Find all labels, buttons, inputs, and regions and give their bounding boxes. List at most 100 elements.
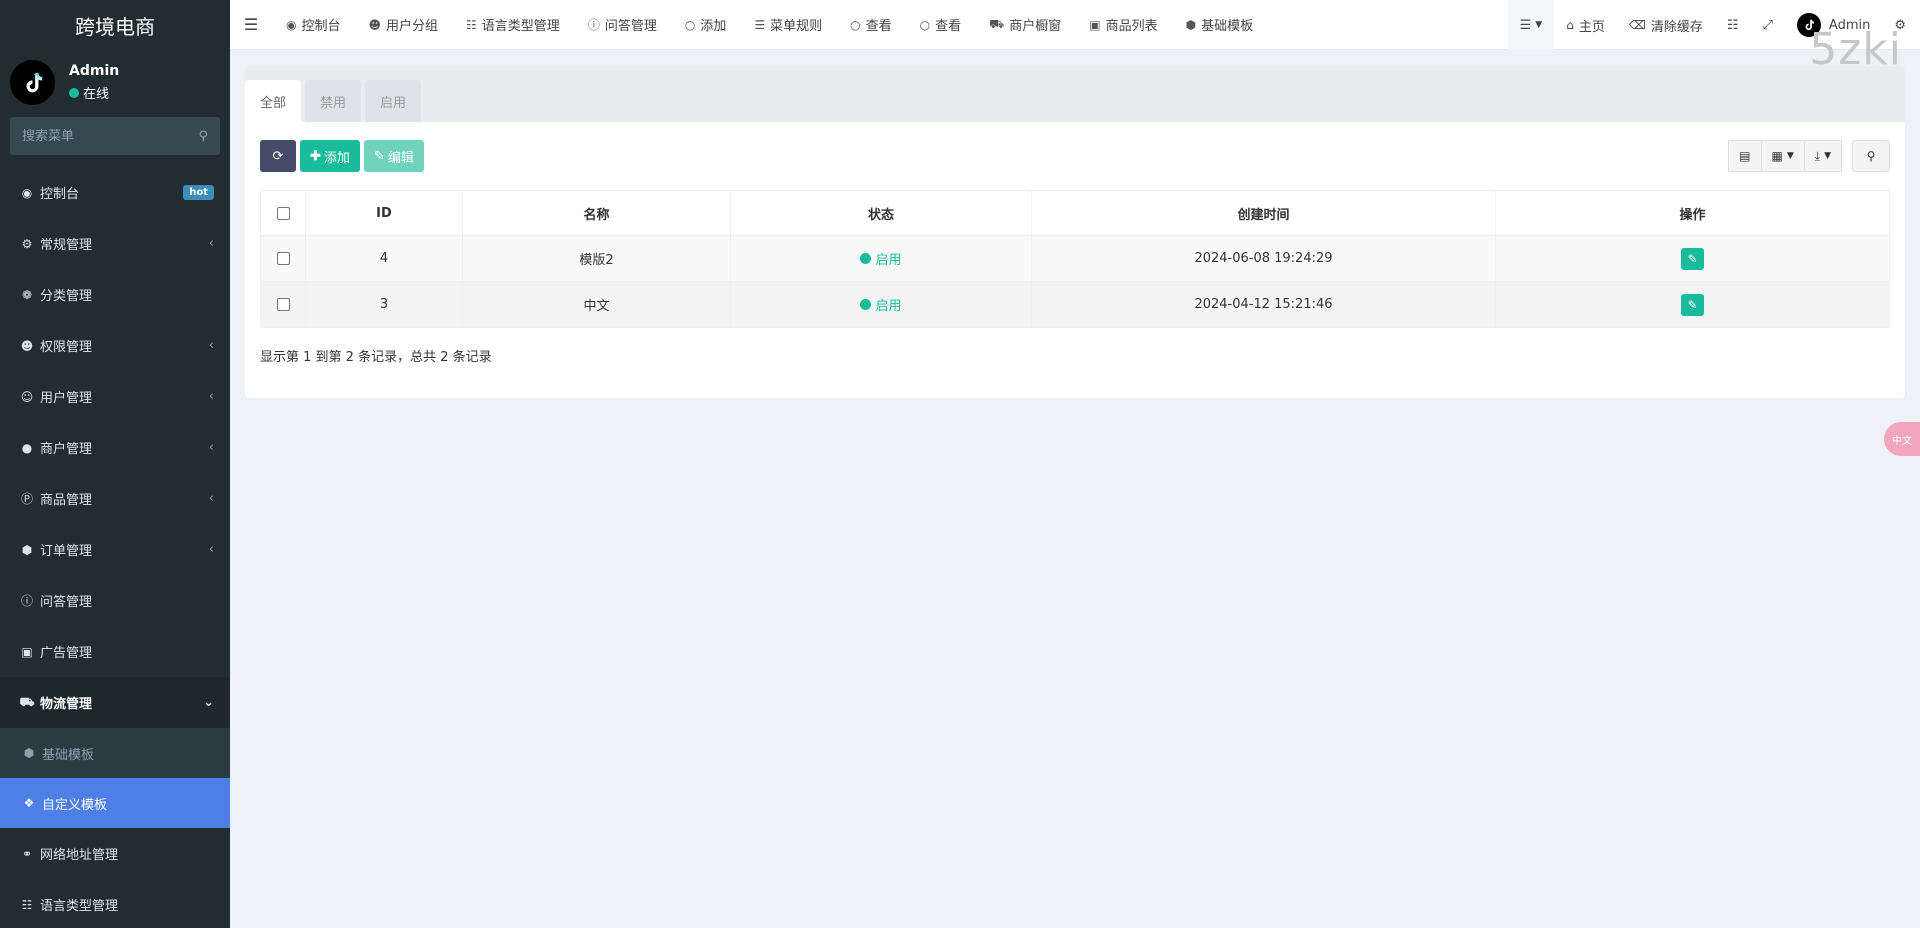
sidebar-item-qa[interactable]: ⓘ 问答管理 — [0, 575, 230, 626]
table-row[interactable]: 4 模版2 启用 2024-06-08 19:24:29 ✎ — [260, 235, 1890, 282]
sidebar-item-ads[interactable]: ▣ 广告管理 — [0, 626, 230, 677]
cell-name: 中文 — [462, 281, 731, 328]
user-status: 在线 — [69, 83, 119, 102]
question-circle-icon: ⓘ — [20, 594, 33, 608]
tab-view-2[interactable]: ○ 查看 — [906, 0, 976, 50]
row-checkbox[interactable] — [276, 252, 290, 265]
status-badge[interactable]: 启用 — [860, 249, 902, 268]
cell-status: 启用 — [730, 281, 1032, 328]
home-link[interactable]: ⌂ 主页 — [1554, 0, 1617, 50]
tab-merchant-window[interactable]: ⛟ 商户橱窗 — [975, 0, 1075, 50]
tab-add[interactable]: ○ 添加 — [671, 0, 741, 50]
row-select-cell — [260, 235, 306, 282]
app-logo[interactable]: 跨境电商 — [0, 0, 230, 50]
sidebar-subitem-custom-template[interactable]: ❖ 自定义模板 — [0, 778, 230, 828]
tab-language[interactable]: ☷ 语言类型管理 — [452, 0, 574, 50]
status-badge[interactable]: 启用 — [860, 295, 902, 314]
cart-icon: ⛟ — [989, 16, 1005, 31]
online-dot-icon — [69, 87, 79, 98]
tab-view-1[interactable]: ○ 查看 — [836, 0, 906, 50]
col-status[interactable]: 状态 — [730, 190, 1032, 236]
sidebar-item-category[interactable]: ❁ 分类管理 — [0, 269, 230, 320]
filter-tab-enabled[interactable]: 启用 — [365, 80, 422, 122]
col-name[interactable]: 名称 — [462, 190, 731, 236]
sidebar-item-language[interactable]: ☷ 语言类型管理 — [0, 879, 230, 928]
filter-tab-all[interactable]: 全部 — [245, 80, 302, 122]
bars-icon: ☰ — [754, 17, 766, 32]
columns-dropdown[interactable]: ▦ ▼ — [1761, 140, 1805, 172]
row-checkbox[interactable] — [276, 298, 290, 311]
chevron-left-icon: ‹ — [208, 236, 214, 251]
menu-search: ⚲ — [10, 117, 220, 155]
data-table: ID 名称 状态 创建时间 操作 4 模版2 启用 2024-06-08 19:… — [260, 190, 1890, 328]
col-id[interactable]: ID — [305, 190, 463, 236]
content-panel: 全部 禁用 启用 ⟳ ✚ 添加 ✎ 编辑 ▤ ▦ ▼ ⤓ ▼ ⚲ ID 名称 状态 创建… — [245, 66, 1905, 398]
chevron-left-icon: ‹ — [208, 338, 214, 353]
sidebar-item-dashboard[interactable]: ◉ 控制台 hot — [0, 167, 230, 218]
clear-cache-button[interactable]: ⌫ 清除缓存 — [1617, 0, 1715, 50]
cube-icon: ⬢ — [1185, 17, 1197, 32]
link-icon: ⚭ — [21, 846, 33, 861]
sidebar-item-logistics[interactable]: ⛟ 物流管理 ⌄ — [0, 677, 230, 728]
sidebar-subitem-basic-template[interactable]: ⬢ 基础模板 — [0, 728, 230, 778]
home-icon: ⌂ — [1566, 18, 1574, 32]
user-panel: Admin 在线 — [0, 50, 230, 117]
refresh-button[interactable]: ⟳ — [260, 140, 296, 172]
question-circle-icon: ⓘ — [587, 18, 600, 32]
tab-basic-template[interactable]: ⬢ 基础模板 — [1172, 0, 1268, 50]
tab-menu-rules[interactable]: ☰ 菜单规则 — [740, 0, 836, 50]
sidebar-item-product[interactable]: Ⓟ 商品管理 ‹ — [0, 473, 230, 524]
group-icon: ☻ — [368, 17, 382, 32]
cell-status: 启用 — [730, 235, 1032, 282]
col-created[interactable]: 创建时间 — [1031, 190, 1496, 236]
dashboard-icon: ◉ — [21, 185, 33, 200]
edit-button[interactable]: ✎ 编辑 — [363, 140, 424, 172]
plus-icon: ✚ — [310, 148, 321, 163]
hot-badge: hot — [183, 185, 214, 200]
cell-actions: ✎ — [1495, 281, 1890, 328]
tab-product-list[interactable]: ▣ 商品列表 — [1075, 0, 1171, 50]
sidebar-item-order[interactable]: ⬢ 订单管理 ‹ — [0, 524, 230, 575]
sidebar-item-general[interactable]: ⚙ 常规管理 ‹ — [0, 218, 230, 269]
translate-icon: ☷ — [21, 897, 33, 912]
translate-button[interactable]: ☷ — [1715, 0, 1751, 50]
search-button[interactable]: ⚲ — [1852, 140, 1890, 172]
row-edit-button[interactable]: ✎ — [1681, 293, 1704, 316]
filter-tabs: 全部 禁用 启用 — [245, 66, 1905, 122]
pagination-summary: 显示第 1 到第 2 条记录，总共 2 条记录 — [260, 350, 492, 365]
sidebar-item-users[interactable]: ☺ 用户管理 ‹ — [0, 371, 230, 422]
toolbar: ⟳ ✚ 添加 ✎ 编辑 ▤ ▦ ▼ ⤓ ▼ ⚲ — [245, 122, 1905, 190]
pencil-icon: ✎ — [373, 148, 385, 163]
cubes-icon: ❖ — [23, 796, 35, 810]
list-view-icon: ▤ — [1739, 149, 1751, 163]
export-dropdown[interactable]: ⤓ ▼ — [1804, 140, 1842, 172]
tab-qa[interactable]: ⓘ 问答管理 — [574, 0, 671, 50]
sidebar-item-auth[interactable]: ☻ 权限管理 ‹ — [0, 320, 230, 371]
group-icon: ☻ — [20, 338, 34, 353]
sidebar-item-network-address[interactable]: ⚭ 网络地址管理 — [0, 828, 230, 879]
sidebar-item-merchant[interactable]: ● 商户管理 ‹ — [0, 422, 230, 473]
filter-tab-disabled[interactable]: 禁用 — [305, 80, 362, 122]
search-icon[interactable]: ⚲ — [198, 129, 208, 144]
cell-id: 3 — [305, 281, 463, 328]
select-all-checkbox[interactable] — [276, 206, 290, 220]
fullscreen-button[interactable]: ⤢ — [1751, 0, 1785, 50]
tab-user-group[interactable]: ☻ 用户分组 — [355, 0, 453, 50]
sidebar-toggle-icon[interactable]: ☰ — [230, 15, 272, 34]
table-row[interactable]: 3 中文 启用 2024-04-12 15:21:46 ✎ — [260, 281, 1890, 328]
language-fab[interactable]: 中文 — [1884, 422, 1920, 456]
trash-icon: ⌫ — [1628, 18, 1646, 32]
row-edit-button[interactable]: ✎ — [1681, 247, 1704, 270]
tab-list-dropdown[interactable]: ☰ ▼ — [1507, 0, 1555, 50]
add-button[interactable]: ✚ 添加 — [300, 140, 360, 172]
menu-search-input[interactable] — [22, 128, 199, 144]
ad-card-icon: ▣ — [21, 644, 33, 659]
tab-dashboard[interactable]: ◉ 控制台 — [272, 0, 355, 50]
toggle-view-button[interactable]: ▤ — [1728, 140, 1762, 172]
pencil-icon: ✎ — [1687, 297, 1698, 312]
chevron-left-icon: ‹ — [208, 389, 214, 404]
sidebar: 跨境电商 Admin 在线 ⚲ ◉控制台hot ⚙常规管理‹ ❁分类管理 ☻权限… — [0, 0, 230, 928]
product-p-icon: Ⓟ — [20, 492, 33, 506]
cogs-icon: ⚙ — [21, 236, 33, 251]
chevron-left-icon: ‹ — [208, 491, 214, 506]
